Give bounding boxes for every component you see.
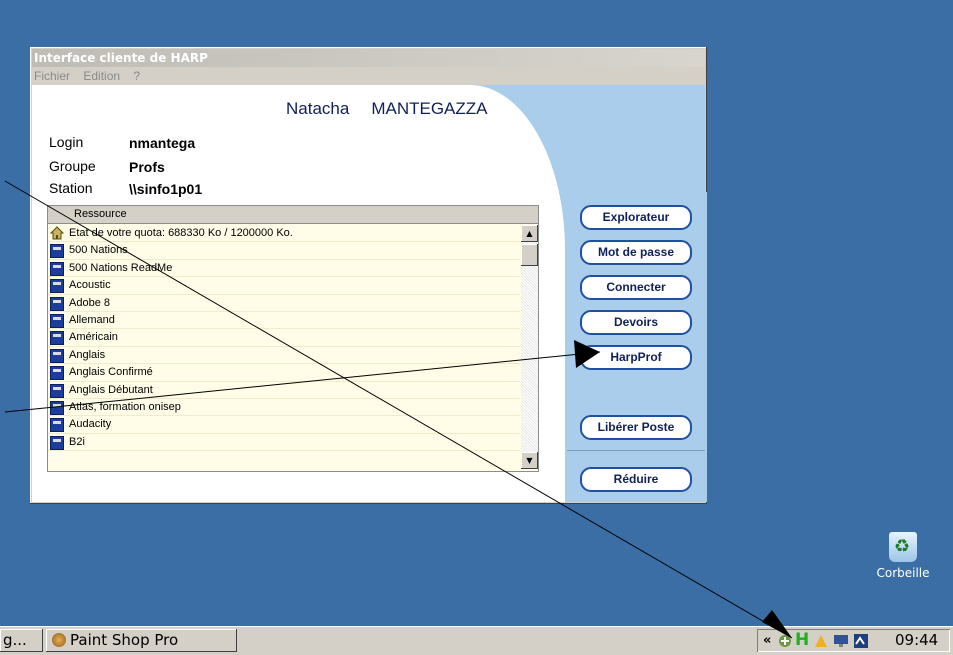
- application-icon: [50, 400, 64, 415]
- connecter-button[interactable]: Connecter: [580, 275, 692, 300]
- menu-help[interactable]: ?: [133, 69, 140, 83]
- harp-tray-icon[interactable]: H: [795, 631, 811, 649]
- item-label: 500 Nations ReadMe: [69, 261, 173, 274]
- taskbar-item-partial[interactable]: g...: [0, 629, 43, 652]
- item-label: Anglais Débutant: [69, 383, 153, 396]
- application-icon: [50, 296, 64, 311]
- item-label: Acoustic: [69, 279, 111, 292]
- task-label: Paint Shop Pro: [70, 631, 179, 649]
- item-label: Anglais Confirmé: [69, 366, 153, 379]
- application-icon: [50, 435, 64, 450]
- vertical-scrollbar[interactable]: ▲ ▼: [521, 225, 538, 469]
- paint-shop-pro-icon: [52, 633, 66, 647]
- item-label: Adobe 8: [69, 296, 110, 309]
- recycle-bin-label: Corbeille: [876, 566, 930, 580]
- application-icon: [50, 244, 64, 259]
- item-label: 500 Nations: [69, 244, 128, 257]
- recycle-bin[interactable]: Corbeille: [868, 532, 938, 580]
- tray-expand-icon[interactable]: «: [763, 629, 771, 652]
- item-label: Atlas, formation onisep: [69, 400, 181, 413]
- list-item[interactable]: Anglais Débutant: [48, 382, 520, 399]
- application-icon: [50, 348, 64, 363]
- item-label: B2i: [69, 435, 85, 448]
- application-icon: [50, 418, 64, 433]
- explorateur-button[interactable]: Explorateur: [580, 205, 692, 230]
- item-label: Allemand: [69, 313, 115, 326]
- resource-list: Ressource Etat de votre quota: 688330 Ko…: [47, 205, 539, 472]
- scroll-thumb[interactable]: [521, 244, 538, 266]
- item-label: Américain: [69, 331, 118, 344]
- list-item[interactable]: 500 Nations: [48, 242, 520, 260]
- display-icon[interactable]: [833, 633, 849, 649]
- taskbar-item-paint-shop-pro[interactable]: Paint Shop Pro: [46, 629, 237, 652]
- login-label: Login: [49, 134, 84, 150]
- menu-edition[interactable]: Edition: [83, 69, 120, 83]
- resource-column-header[interactable]: Ressource: [48, 206, 538, 224]
- list-item[interactable]: Atlas, formation onisep: [48, 399, 520, 417]
- list-item[interactable]: B2i: [48, 434, 520, 452]
- group-label: Groupe: [49, 158, 96, 174]
- list-item[interactable]: Adobe 8: [48, 295, 520, 312]
- station-value: \\sinfo1p01: [129, 181, 203, 197]
- task-label: g...: [3, 631, 27, 649]
- user-last-name: MANTEGAZZA: [371, 99, 488, 118]
- menu-fichier[interactable]: Fichier: [34, 69, 70, 83]
- item-label: Audacity: [69, 418, 112, 431]
- system-tray: « H 09:44: [757, 629, 950, 652]
- resource-items: Etat de votre quota: 688330 Ko / 1200000…: [48, 225, 520, 469]
- remote-control-icon[interactable]: [853, 633, 869, 649]
- application-icon: [50, 313, 64, 328]
- harp-client-window: Interface cliente de HARP Fichier Editio…: [30, 47, 707, 504]
- taskbar: g... Paint Shop Pro « H 09:44: [0, 626, 953, 655]
- scroll-up-icon[interactable]: ▲: [521, 225, 538, 242]
- application-icon: [50, 261, 64, 276]
- scroll-down-icon[interactable]: ▼: [521, 452, 538, 469]
- home-icon: [50, 226, 64, 240]
- list-item[interactable]: Acoustic: [48, 277, 520, 295]
- harpprof-button[interactable]: HarpProf: [580, 345, 692, 370]
- window-title[interactable]: Interface cliente de HARP: [32, 49, 705, 67]
- application-icon: [50, 366, 64, 381]
- item-label: Anglais: [69, 348, 106, 361]
- login-value: nmantega: [129, 135, 196, 151]
- tray-app-icon[interactable]: [813, 633, 829, 649]
- group-value: Profs: [129, 159, 165, 175]
- list-item[interactable]: Anglais Confirmé: [48, 364, 520, 382]
- station-label: Station: [49, 180, 93, 196]
- button-separator: [567, 450, 705, 451]
- application-icon: [50, 331, 64, 346]
- menu-bar: Fichier Edition ?: [32, 67, 705, 85]
- recycle-bin-icon: [889, 532, 917, 562]
- application-icon: [50, 279, 64, 294]
- item-label: Etat de votre quota: 688330 Ko / 1200000…: [69, 227, 293, 239]
- devoirs-button[interactable]: Devoirs: [580, 310, 692, 335]
- reduire-button[interactable]: Réduire: [580, 467, 692, 492]
- list-item[interactable]: Audacity: [48, 416, 520, 434]
- clock: 09:44: [895, 631, 939, 649]
- list-item[interactable]: Etat de votre quota: 688330 Ko / 1200000…: [48, 225, 520, 243]
- user-full-name: Natacha MANTEGAZZA: [286, 99, 510, 119]
- list-item[interactable]: 500 Nations ReadMe: [48, 260, 520, 278]
- application-icon: [50, 383, 64, 398]
- list-item[interactable]: Anglais: [48, 347, 520, 365]
- list-item[interactable]: Allemand: [48, 312, 520, 330]
- list-item[interactable]: Américain: [48, 329, 520, 347]
- user-first-name: Natacha: [286, 99, 350, 118]
- network-icon[interactable]: [777, 633, 793, 649]
- liberer-poste-button[interactable]: Libérer Poste: [580, 415, 692, 440]
- mot-de-passe-button[interactable]: Mot de passe: [580, 240, 692, 265]
